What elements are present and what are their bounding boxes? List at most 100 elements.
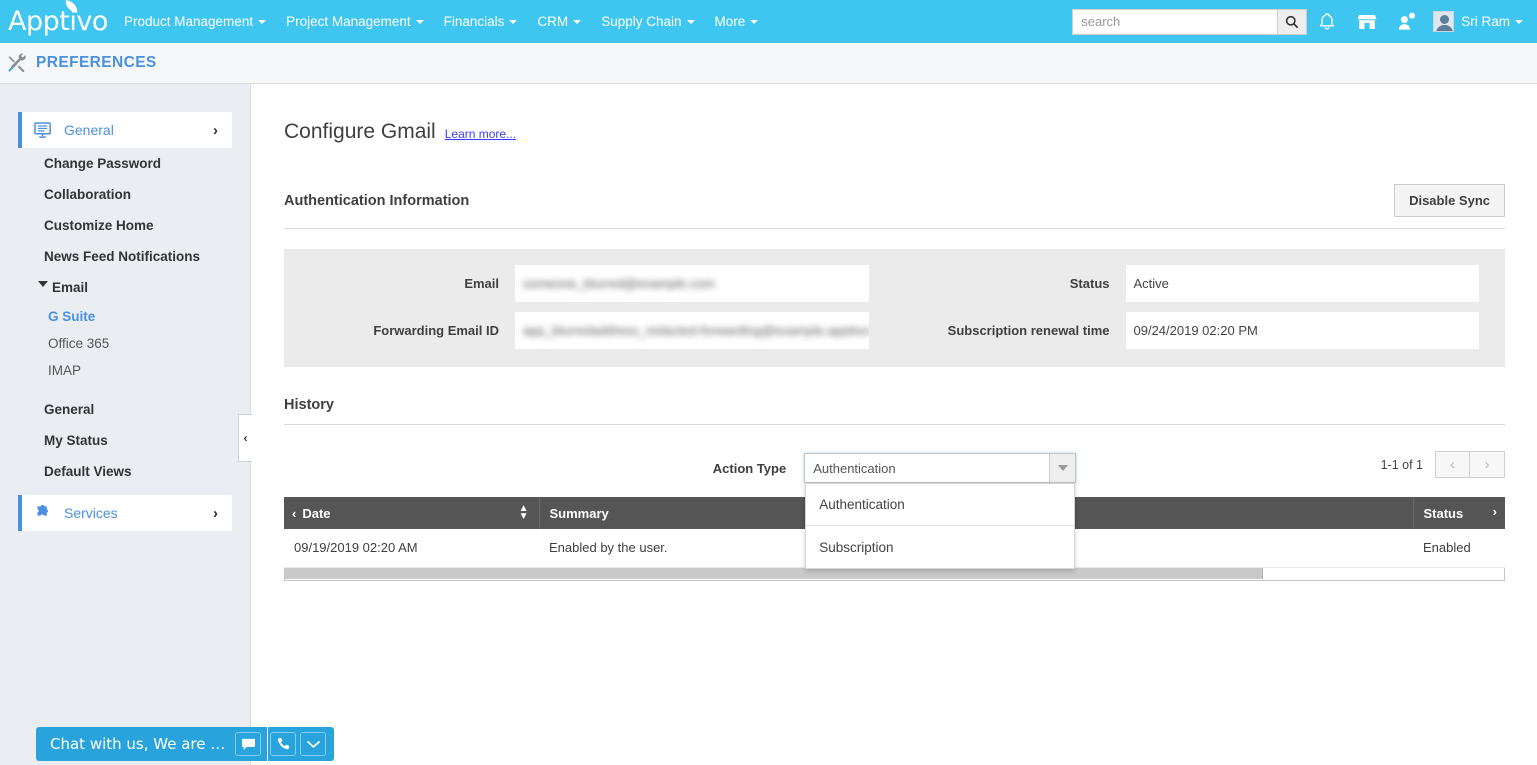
sidebar-item-office-365[interactable]: Office 365: [0, 330, 250, 357]
field-subscription-renewal-time: Subscription renewal time 09/24/2019 02:…: [895, 312, 1506, 350]
chevron-down-icon: [258, 20, 267, 25]
nav-label: CRM: [537, 14, 569, 29]
column-label: Status: [1423, 505, 1464, 521]
cell-date: 09/19/2019 02:20 AM: [284, 529, 539, 568]
nav-item-supply-chain[interactable]: Supply Chain: [591, 0, 704, 43]
field-email: Email someone_blurred@example.com: [284, 265, 895, 303]
main-content: Configure Gmail Learn more... Authentica…: [252, 84, 1537, 765]
column-header-status[interactable]: Status ›: [1413, 497, 1505, 530]
user-menu[interactable]: Sri Ram: [1427, 0, 1537, 43]
action-type-select[interactable]: Authentication: [804, 453, 1077, 484]
field-value: 09/24/2019 02:20 PM: [1125, 312, 1479, 350]
column-label: Summary: [549, 505, 609, 521]
main-menu: Product Management Project Management Fi…: [114, 0, 768, 43]
chevron-left-icon[interactable]: ‹: [292, 506, 296, 521]
history-filter-row: Action Type Authentication Authenticatio…: [284, 445, 1505, 570]
section-title-authentication: Authentication Information: [284, 192, 470, 209]
sort-icon[interactable]: ▲ ▼: [519, 504, 529, 522]
select-arrow-button[interactable]: [1049, 454, 1076, 483]
chevron-down-icon: [1515, 19, 1523, 24]
chevron-right-icon[interactable]: ›: [1493, 504, 1497, 519]
add-user-button[interactable]: [1387, 0, 1427, 43]
chevron-down-icon: [509, 20, 518, 25]
search-button[interactable]: [1277, 8, 1308, 35]
auth-column-right: Status Active Subscription renewal time …: [895, 265, 1506, 350]
chat-widget[interactable]: Chat with us, We are …: [36, 727, 335, 761]
marketplace-icon: [1357, 14, 1377, 29]
nav-item-more[interactable]: More: [705, 0, 769, 43]
sidebar-item-news-feed-notifications[interactable]: News Feed Notifications: [0, 241, 250, 272]
field-label: Status: [1069, 276, 1110, 292]
scrollbar-thumb[interactable]: [285, 567, 1263, 579]
sidebar-item-general-module[interactable]: General ›: [18, 112, 232, 148]
section-title-history: History: [284, 397, 334, 414]
monitor-icon: [34, 121, 60, 139]
sidebar-group-email[interactable]: Email: [0, 272, 250, 303]
chevron-down-icon: [38, 281, 48, 287]
field-forwarding-email-id: Forwarding Email ID app_blurredaddress_r…: [284, 312, 895, 350]
sidebar-item-services-module[interactable]: Services ›: [18, 495, 232, 531]
chevron-down-icon: [573, 20, 582, 25]
sidebar: General › Change Password Collaboration …: [0, 84, 252, 765]
search-icon: [1286, 15, 1299, 28]
chat-widget-label: Chat with us, We are …: [50, 735, 226, 753]
sidebar-item-my-status[interactable]: My Status: [0, 425, 250, 456]
nav-item-crm[interactable]: CRM: [527, 0, 591, 43]
field-value: Active: [1125, 265, 1479, 303]
sidebar-group-label: Email: [52, 280, 89, 295]
dropdown-option-authentication[interactable]: Authentication: [806, 484, 1075, 527]
nav-item-product-management[interactable]: Product Management: [114, 0, 276, 43]
nav-label: Project Management: [286, 14, 411, 29]
field-value: someone_blurred@example.com: [515, 265, 869, 303]
field-status: Status Active: [895, 265, 1506, 303]
global-search: [1072, 8, 1308, 35]
field-label: Forwarding Email ID: [373, 323, 499, 339]
heading-text: Configure Gmail: [284, 120, 436, 144]
field-label: Email: [464, 276, 499, 292]
marketplace-button[interactable]: [1347, 0, 1387, 43]
pagination-next-button[interactable]: ›: [1470, 451, 1505, 479]
sidebar-item-label: Services: [64, 505, 118, 521]
nav-label: Supply Chain: [601, 14, 682, 29]
notifications-button[interactable]: [1307, 0, 1347, 43]
sidebar-item-general[interactable]: General: [0, 394, 250, 425]
sidebar-item-change-password[interactable]: Change Password: [0, 148, 250, 179]
nav-item-project-management[interactable]: Project Management: [276, 0, 434, 43]
tools-icon: [8, 53, 26, 73]
column-label: Date: [302, 505, 331, 521]
pagination: 1-1 of 1 ‹ ›: [1381, 451, 1505, 479]
authentication-info-panel: Email someone_blurred@example.com Forwar…: [284, 249, 1506, 368]
sidebar-item-customize-home[interactable]: Customize Home: [0, 210, 250, 241]
chat-call-button[interactable]: [270, 732, 297, 756]
sidebar-item-default-views[interactable]: Default Views: [0, 456, 250, 487]
dropdown-option-subscription[interactable]: Subscription: [806, 526, 1074, 568]
apptivo-logo[interactable]: Apptivo: [4, 0, 108, 35]
column-header-date[interactable]: ‹ Date ▲ ▼: [284, 497, 540, 530]
sidebar-item-label: General: [64, 122, 114, 138]
pagination-prev-button[interactable]: ‹: [1435, 451, 1470, 479]
logo-text: Apptivo: [8, 6, 108, 37]
learn-more-link[interactable]: Learn more...: [445, 127, 516, 141]
search-input[interactable]: [1072, 8, 1278, 35]
chevron-down-icon: [750, 20, 759, 25]
configure-gmail-heading: Configure Gmail Learn more...: [284, 120, 1505, 144]
nav-label: More: [714, 14, 746, 29]
user-name: Sri Ram: [1461, 14, 1510, 29]
chat-collapse-button[interactable]: [300, 732, 327, 756]
forwarding-email-value-redacted: app_blurredaddress_redacted-forwarding@e…: [523, 323, 869, 339]
chat-bubble-button[interactable]: [235, 732, 262, 756]
top-bar-right-cluster: Sri Ram: [1072, 0, 1537, 43]
sidebar-item-g-suite[interactable]: G Suite: [0, 303, 250, 330]
action-type-label: Action Type: [712, 460, 787, 476]
bell-icon: [1320, 12, 1335, 30]
action-type-selected-value: Authentication: [813, 460, 896, 476]
disable-sync-button[interactable]: Disable Sync: [1394, 184, 1505, 218]
table-horizontal-scrollbar[interactable]: [284, 567, 1505, 581]
history-section-header: History: [284, 397, 1505, 426]
sidebar-item-imap[interactable]: IMAP: [0, 357, 250, 384]
sidebar-item-collaboration[interactable]: Collaboration: [0, 179, 250, 210]
auth-column-left: Email someone_blurred@example.com Forwar…: [284, 265, 895, 350]
chevron-down-icon: [306, 740, 320, 748]
nav-item-financials[interactable]: Financials: [434, 0, 528, 43]
sidebar-collapse-handle[interactable]: ‹: [238, 414, 252, 462]
